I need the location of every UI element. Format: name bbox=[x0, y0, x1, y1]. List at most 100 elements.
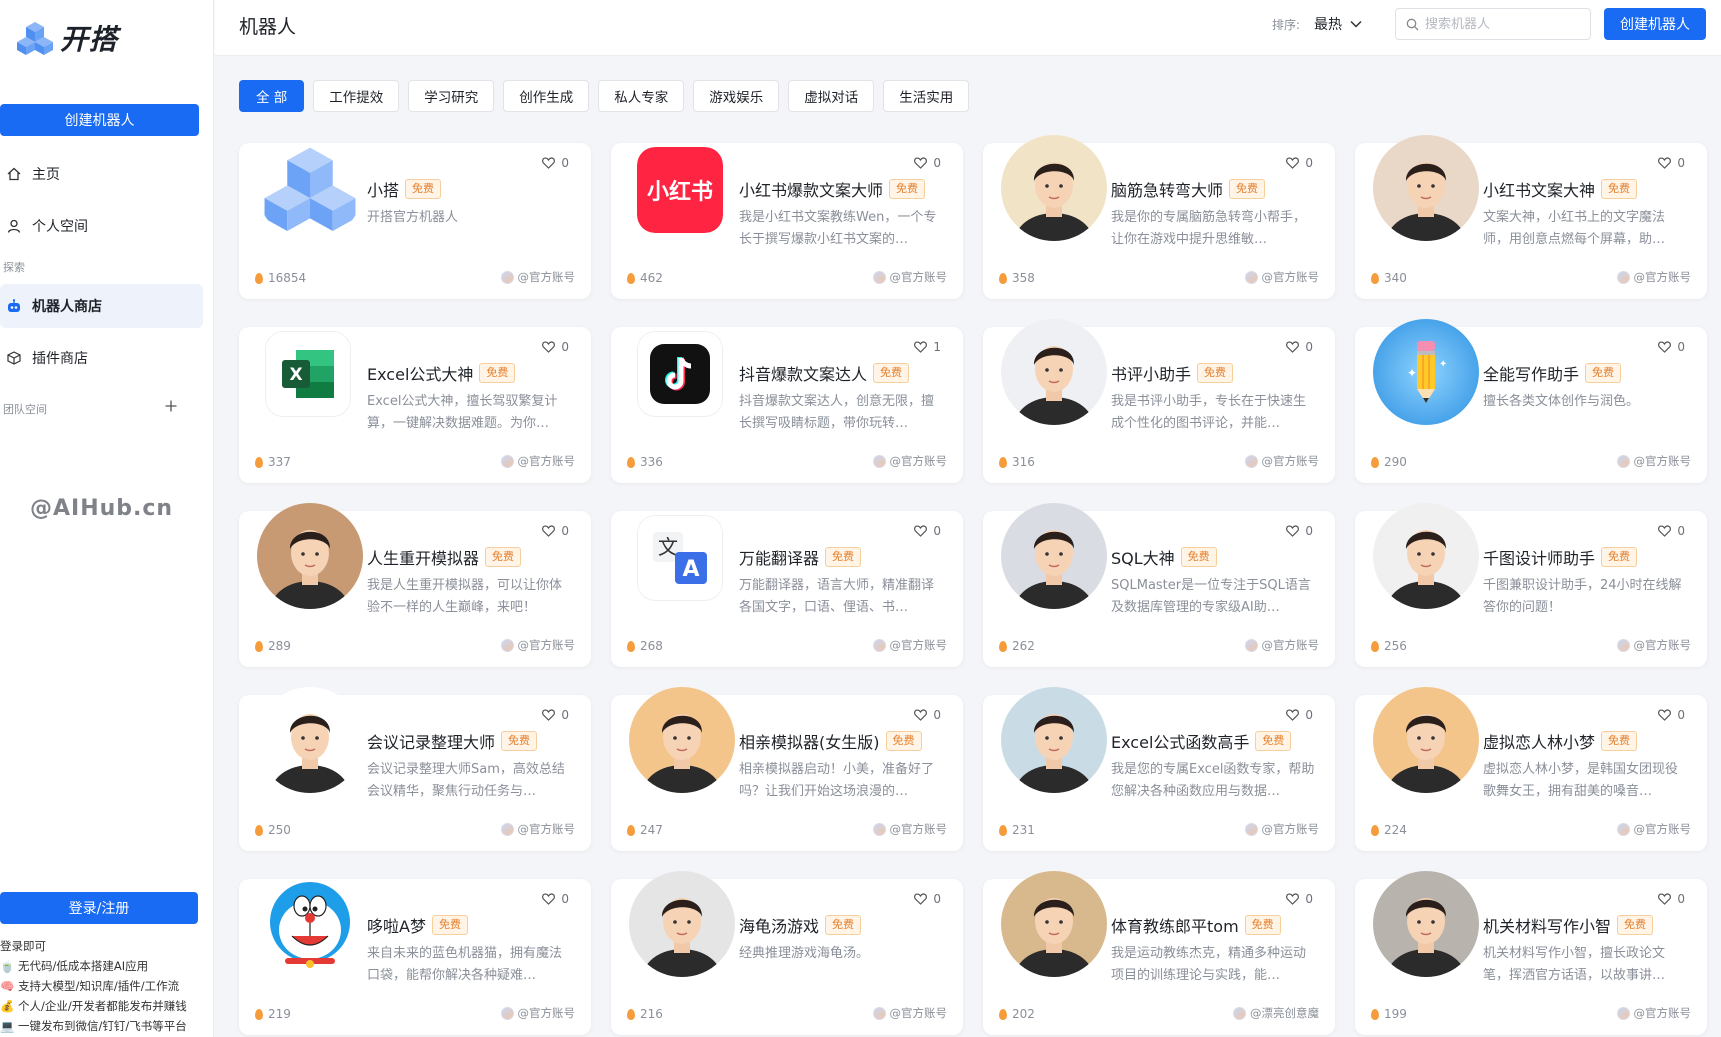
bot-author[interactable]: @官方账号 bbox=[1616, 453, 1691, 469]
create-bot-button[interactable]: 创建机器人 bbox=[0, 104, 199, 136]
like-button[interactable]: 0 bbox=[1658, 892, 1685, 906]
bot-author[interactable]: @官方账号 bbox=[1616, 821, 1692, 837]
bot-card[interactable]: 0 SQL大神 免费 SQLMaster是一位专注于SQL语言及数据库管理的专家级AI… bbox=[983, 503, 1335, 667]
bot-card[interactable]: X 0 Excel公式大神 免费 Excel公式大神，擅长驾驭繁复计算，一键解决数据难题… bbox=[239, 327, 591, 483]
pencil-icon: ✦ ✦ bbox=[1373, 319, 1479, 425]
bot-name: 体育教练郎平tom bbox=[1111, 917, 1239, 936]
bot-author[interactable]: @官方账号 bbox=[872, 1005, 947, 1021]
bot-avatar bbox=[637, 331, 723, 417]
bot-card[interactable]: 0 虚拟恋人林小梦 免费 虚拟恋人林小梦，是韩国女团现役歌舞女王，拥有甜美的嗓音… 22… bbox=[1355, 687, 1707, 851]
bot-card[interactable]: 0 脑筋急转弯大师 免费 我是你的专属脑筋急转弯小帮手，让你在游戏中提升思维敏… 358… bbox=[983, 135, 1335, 299]
author-name: @官方账号 bbox=[1633, 822, 1692, 836]
bot-author[interactable]: @官方账号 bbox=[872, 637, 947, 653]
bot-author[interactable]: @官方账号 bbox=[1616, 1005, 1691, 1021]
author-name: @官方账号 bbox=[889, 822, 948, 836]
tab-category[interactable]: 创作生成 bbox=[503, 80, 590, 112]
heart-icon bbox=[1658, 893, 1672, 905]
like-button[interactable]: 0 bbox=[542, 524, 569, 538]
bot-author[interactable]: @官方账号 bbox=[1244, 637, 1319, 653]
free-badge: 免费 bbox=[825, 547, 862, 567]
bot-card[interactable]: 0 相亲模拟器(女生版) 免费 相亲模拟器启动！小美，准备好了吗？让我们开始这场浪漫的… bbox=[611, 687, 963, 851]
bot-author[interactable]: @官方账号 bbox=[1616, 269, 1691, 285]
login-register-button[interactable]: 登录/注册 bbox=[0, 892, 198, 924]
bot-author[interactable]: @官方账号 bbox=[1244, 821, 1319, 837]
bot-card[interactable]: 0 机关材料写作小智 免费 机关材料写作小智，擅长政论文笔，挥洒官方话语，以故事讲… 1… bbox=[1355, 871, 1707, 1035]
tab-category[interactable]: 全 部 bbox=[239, 80, 305, 112]
like-button[interactable]: 0 bbox=[1286, 340, 1313, 354]
like-button[interactable]: 0 bbox=[1658, 156, 1685, 170]
bot-card[interactable]: 0 海龟汤游戏 免费 经典推理游戏海龟汤。 216 @官方账号 bbox=[611, 871, 963, 1035]
like-button[interactable]: 0 bbox=[1658, 524, 1685, 538]
tab-category[interactable]: 工作提效 bbox=[313, 80, 400, 112]
bot-card[interactable]: 0 哆啦A梦 免费 来自未来的蓝色机器猫，拥有魔法口袋，能帮你解决各种疑难… 219 @官… bbox=[239, 879, 591, 1035]
bot-card[interactable]: 1 抖音爆款文案达人 免费 抖音爆款文案达人，创意无限，擅长撰写吸睛标题，带你玩转… 3… bbox=[611, 327, 963, 483]
tab-category[interactable]: 虚拟对话 bbox=[788, 80, 875, 112]
flame-icon bbox=[999, 456, 1007, 468]
tab-category[interactable]: 私人专家 bbox=[598, 80, 685, 112]
sort-dropdown[interactable]: 最热 bbox=[1314, 14, 1362, 34]
like-button[interactable]: 0 bbox=[1658, 340, 1685, 354]
add-team-icon[interactable] bbox=[164, 398, 178, 412]
bot-card[interactable]: 0 会议记录整理大师 免费 会议记录整理大师Sam，高效总结会议精华，聚焦行动任务与…… bbox=[239, 687, 591, 851]
bot-author[interactable]: @官方账号 bbox=[872, 269, 947, 285]
bot-author[interactable]: @官方账号 bbox=[872, 453, 947, 469]
search-box[interactable] bbox=[1395, 8, 1591, 40]
nav-item-plugin-store[interactable]: 插件商店 bbox=[0, 336, 203, 380]
like-button[interactable]: 0 bbox=[914, 524, 941, 538]
bot-author[interactable]: @官方账号 bbox=[1244, 453, 1319, 469]
bot-author[interactable]: @官方账号 bbox=[872, 821, 948, 837]
like-button[interactable]: 0 bbox=[914, 156, 941, 170]
bot-card[interactable]: ✦ ✦ 0 全能写作助手 免费 擅长各类文体创作与润色。 290 @官方账号 bbox=[1355, 319, 1707, 483]
like-button[interactable]: 0 bbox=[1286, 708, 1313, 722]
like-button[interactable]: 0 bbox=[542, 892, 569, 906]
bot-author[interactable]: @官方账号 bbox=[1616, 637, 1692, 653]
tab-category[interactable]: 学习研究 bbox=[408, 80, 495, 112]
tab-category[interactable]: 游戏娱乐 bbox=[693, 80, 780, 112]
tab-category[interactable]: 生活实用 bbox=[883, 80, 970, 112]
bot-author[interactable]: @漂亮创意魔 bbox=[1233, 1005, 1319, 1021]
like-button[interactable]: 0 bbox=[1658, 708, 1685, 722]
author-avatar-icon bbox=[500, 454, 514, 468]
search-input[interactable] bbox=[1425, 16, 1575, 32]
bot-card[interactable]: 0 小红书文案大神 免费 文案大神，小红书上的文字魔法师，用创意点燃每个屏幕，助… 34… bbox=[1355, 135, 1707, 299]
bot-card[interactable]: 0 人生重开模拟器 免费 我是人生重开模拟器，可以让你体验不一样的人生巅峰，来吧！ 28… bbox=[239, 503, 591, 667]
nav-item-personal-space[interactable]: 个人空间 bbox=[0, 204, 203, 248]
like-button[interactable]: 0 bbox=[1286, 524, 1313, 538]
bot-card[interactable]: 0 体育教练郎平tom 免费 我是运动教练杰克，精通多种运动项目的训练理论与实践，能…… bbox=[983, 871, 1335, 1035]
usage-count: 16854 bbox=[255, 271, 306, 285]
usage-count: 462 bbox=[627, 271, 663, 285]
bot-author[interactable]: @官方账号 bbox=[500, 1005, 575, 1021]
bot-author[interactable]: @官方账号 bbox=[500, 269, 575, 285]
bot-card[interactable]: 0 书评小助手 免费 我是书评小助手，专长在于快速生成个性化的图书评论，并能… 316 @… bbox=[983, 319, 1335, 483]
bot-name-row: 海龟汤游戏 免费 bbox=[739, 913, 862, 937]
bot-card[interactable]: 0 千图设计师助手 免费 千图兼职设计助手，24小时在线解答你的问题！ 256 @官方账号 bbox=[1355, 503, 1707, 667]
usage-count: 268 bbox=[627, 639, 663, 653]
nav-item-home[interactable]: 主页 bbox=[0, 152, 203, 196]
like-button[interactable]: 0 bbox=[914, 892, 941, 906]
bot-card[interactable]: 小红书 0 小红书爆款文案大师 免费 我是小红书文案教练Wen，一个专长于撰写爆款小红书… bbox=[611, 143, 963, 299]
bot-author[interactable]: @官方账号 bbox=[500, 821, 575, 837]
logo[interactable]: 开搭 bbox=[16, 20, 118, 56]
flame-icon bbox=[1371, 272, 1379, 284]
like-button[interactable]: 1 bbox=[914, 340, 941, 354]
bot-card[interactable]: 0 Excel公式函数高手 免费 我是您的专属Excel函数专家，帮助您解决各种函数应… bbox=[983, 687, 1335, 851]
bot-card[interactable]: 0 小搭 免费 开搭官方机器人 16854 @官方账号 bbox=[239, 143, 591, 299]
author-name: @官方账号 bbox=[1633, 638, 1692, 652]
like-button[interactable]: 0 bbox=[542, 340, 569, 354]
bot-avatar bbox=[629, 687, 735, 793]
like-count: 0 bbox=[1677, 892, 1685, 906]
bot-author[interactable]: @官方账号 bbox=[500, 637, 575, 653]
like-button[interactable]: 0 bbox=[542, 708, 569, 722]
bot-author[interactable]: @官方账号 bbox=[500, 453, 575, 469]
like-button[interactable]: 0 bbox=[542, 156, 569, 170]
bot-card[interactable]: 文 A 0 万能翻译器 免费 万能翻译器，语言大师，精准翻译各国文字，口语、俚语、书… 26… bbox=[611, 511, 963, 667]
like-button[interactable]: 0 bbox=[1286, 892, 1313, 906]
nav-item-bot-store[interactable]: 机器人商店 bbox=[0, 284, 203, 328]
bot-avatar bbox=[1001, 135, 1107, 241]
like-button[interactable]: 0 bbox=[914, 708, 941, 722]
bot-author[interactable]: @官方账号 bbox=[1244, 269, 1319, 285]
like-button[interactable]: 0 bbox=[1286, 156, 1313, 170]
create-bot-header-button[interactable]: 创建机器人 bbox=[1604, 8, 1706, 40]
usage-number: 199 bbox=[1384, 1007, 1407, 1021]
logo-text: 开搭 bbox=[60, 23, 119, 56]
